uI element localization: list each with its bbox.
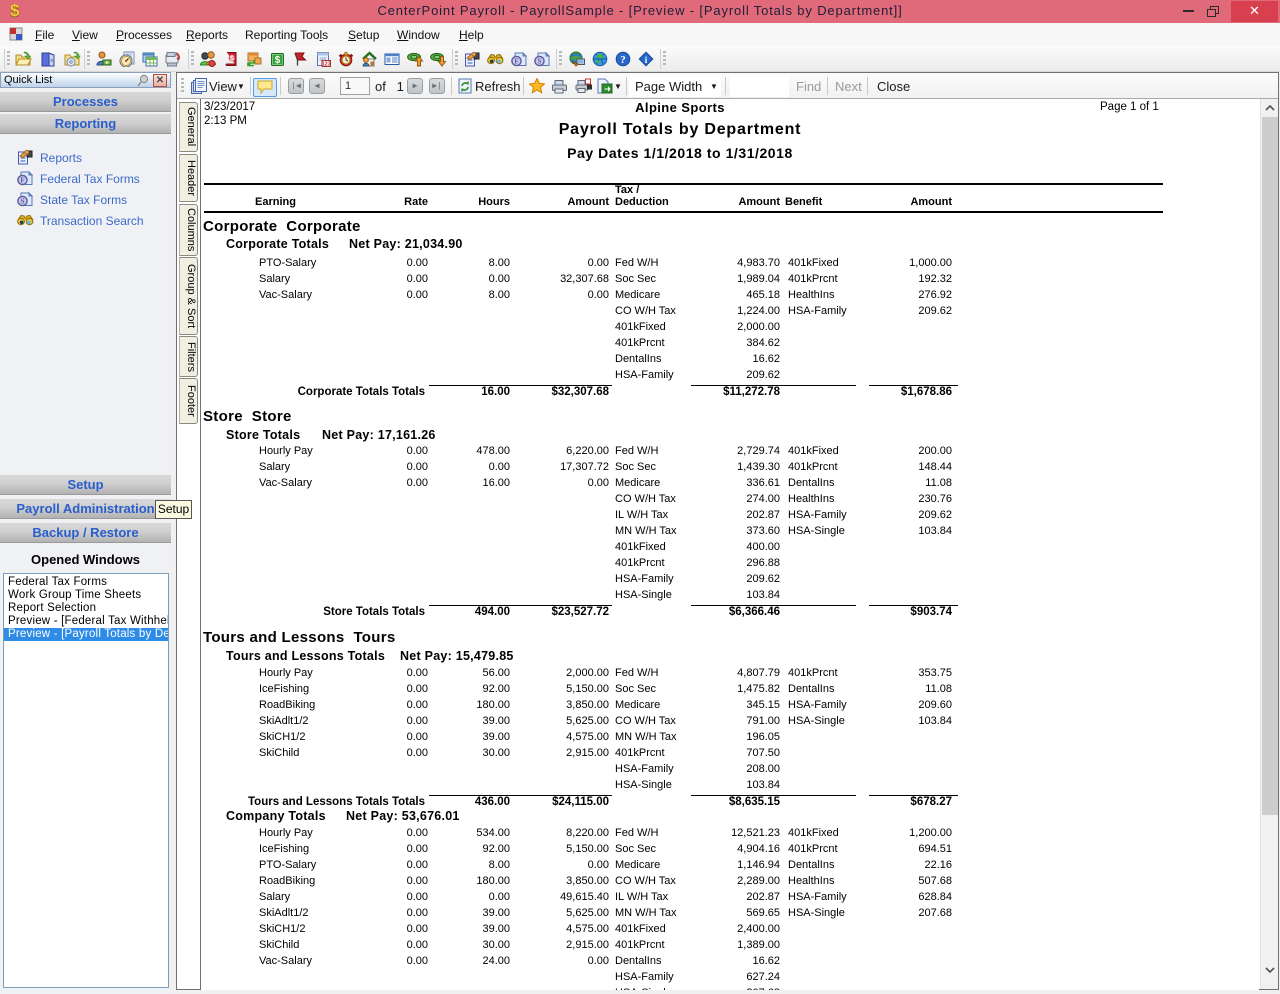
svg-text:123: 123 bbox=[322, 61, 331, 67]
svg-text:?: ? bbox=[620, 54, 626, 66]
svg-text:S: S bbox=[538, 58, 542, 66]
svg-text:$: $ bbox=[275, 55, 281, 66]
svg-text:S: S bbox=[21, 198, 25, 206]
svg-text:F: F bbox=[20, 177, 24, 185]
svg-text:$: $ bbox=[230, 56, 234, 63]
svg-text:F: F bbox=[514, 58, 518, 66]
